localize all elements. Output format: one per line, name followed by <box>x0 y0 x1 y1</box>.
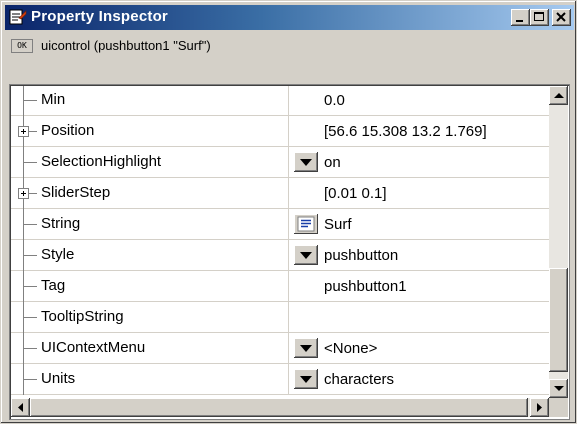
property-name: SelectionHighlight <box>41 153 162 170</box>
arrow-left-icon <box>18 403 23 412</box>
horizontal-scroll-thumb[interactable] <box>30 398 528 417</box>
property-name-cell[interactable]: SelectionHighlight <box>11 147 289 178</box>
property-name-cell[interactable]: TooltipString <box>11 302 289 333</box>
property-value: <None> <box>324 340 378 357</box>
property-value-cell[interactable]: on <box>290 147 549 177</box>
property-rows: Min 0.0 Position [56.6 15.308 13.2 1.769] Se… <box>11 86 549 398</box>
minimize-button[interactable] <box>511 9 530 26</box>
dropdown-arrow-button[interactable] <box>294 369 318 389</box>
property-value: Surf <box>324 216 352 233</box>
window-title: Property Inspector <box>31 8 168 25</box>
minimize-icon <box>516 20 523 22</box>
selected-object-line: OK uicontrol (pushbutton1 "Surf") <box>9 35 570 59</box>
scroll-left-button[interactable] <box>11 398 30 417</box>
property-value: pushbutton <box>324 247 399 264</box>
property-name-cell[interactable]: Position <box>11 116 289 147</box>
arrow-right-icon <box>537 403 542 412</box>
scrollbar-corner <box>549 398 568 417</box>
arrow-down-icon <box>554 386 564 391</box>
property-name-cell[interactable]: Style <box>11 240 289 271</box>
property-value-cell[interactable]: Surf <box>290 209 549 239</box>
close-icon <box>556 12 566 22</box>
property-value: characters <box>324 371 395 388</box>
property-value: pushbutton1 <box>324 278 407 295</box>
property-value: 0.0 <box>324 92 345 109</box>
dropdown-arrow-button[interactable] <box>294 338 318 358</box>
property-value-cell[interactable] <box>290 302 549 332</box>
title-bar[interactable]: Property Inspector <box>5 5 574 30</box>
pushbutton-icon: OK <box>11 39 33 53</box>
tree-branch <box>23 224 37 225</box>
property-row[interactable]: Min 0.0 <box>11 86 549 116</box>
text-lines-icon <box>297 216 315 232</box>
arrow-up-icon <box>554 93 564 98</box>
expand-plus-icon[interactable] <box>18 188 29 199</box>
object-description: uicontrol (pushbutton1 "Surf") <box>41 38 211 53</box>
property-row[interactable]: Style pushbutton <box>11 240 549 271</box>
close-button[interactable] <box>552 9 571 26</box>
property-name: UIContextMenu <box>41 339 146 356</box>
tree-branch <box>23 379 37 380</box>
property-value-cell[interactable]: [56.6 15.308 13.2 1.769] <box>290 116 549 146</box>
property-value-cell[interactable]: pushbutton <box>290 240 549 270</box>
tree-line <box>23 86 24 116</box>
maximize-button[interactable] <box>530 9 549 26</box>
property-name: Position <box>41 122 95 139</box>
property-row[interactable]: Units characters <box>11 364 549 395</box>
horizontal-scrollbar[interactable] <box>11 398 549 417</box>
dropdown-arrow-button[interactable] <box>294 245 318 265</box>
scroll-down-button[interactable] <box>549 379 568 398</box>
property-name-cell[interactable]: SliderStep <box>11 178 289 209</box>
property-row[interactable]: Tag pushbutton1 <box>11 271 549 302</box>
tree-branch <box>23 255 37 256</box>
property-name: SliderStep <box>41 184 111 201</box>
property-value: on <box>324 154 341 171</box>
property-name: Min <box>41 91 66 108</box>
string-editor-button[interactable] <box>294 214 318 234</box>
property-name: Style <box>41 246 75 263</box>
scroll-up-button[interactable] <box>549 86 568 105</box>
tree-branch <box>23 348 37 349</box>
tree-branch <box>23 100 37 101</box>
property-name: Units <box>41 370 76 387</box>
tree-branch <box>23 317 37 318</box>
property-grid: Min 0.0 Position [56.6 15.308 13.2 1.769] Se… <box>9 84 570 420</box>
dropdown-arrow-button[interactable] <box>294 152 318 172</box>
vertical-scroll-thumb[interactable] <box>549 268 568 372</box>
property-value: [56.6 15.308 13.2 1.769] <box>324 123 487 140</box>
property-name: String <box>41 215 81 232</box>
property-value: [0.01 0.1] <box>324 185 387 202</box>
property-name: Tag <box>41 277 66 294</box>
tree-branch <box>23 162 37 163</box>
expand-plus-icon[interactable] <box>18 126 29 137</box>
property-inspector-window: Property Inspector OK uicontrol (pushbut… <box>0 0 577 424</box>
property-value-cell[interactable]: pushbutton1 <box>290 271 549 301</box>
maximize-icon <box>534 12 544 21</box>
property-name: TooltipString <box>41 308 124 325</box>
tree-branch <box>23 286 37 287</box>
scroll-right-button[interactable] <box>530 398 549 417</box>
property-row[interactable]: UIContextMenu <None> <box>11 333 549 364</box>
property-value-cell[interactable]: characters <box>290 364 549 394</box>
property-row[interactable]: SelectionHighlight on <box>11 147 549 178</box>
property-row[interactable]: String Surf <box>11 209 549 240</box>
property-name-cell[interactable]: UIContextMenu <box>11 333 289 364</box>
property-row[interactable]: TooltipString <box>11 302 549 333</box>
property-value-cell[interactable]: [0.01 0.1] <box>290 178 549 208</box>
property-row[interactable]: SliderStep [0.01 0.1] <box>11 178 549 209</box>
property-row[interactable]: Position [56.6 15.308 13.2 1.769] <box>11 116 549 147</box>
property-name-cell[interactable]: Units <box>11 364 289 395</box>
property-inspector-icon <box>9 9 27 25</box>
property-value-cell[interactable]: 0.0 <box>290 86 549 115</box>
property-name-cell[interactable]: Min <box>11 86 289 116</box>
property-value-cell[interactable]: <None> <box>290 333 549 363</box>
property-name-cell[interactable]: Tag <box>11 271 289 302</box>
property-name-cell[interactable]: String <box>11 209 289 240</box>
vertical-scrollbar[interactable] <box>549 86 568 398</box>
